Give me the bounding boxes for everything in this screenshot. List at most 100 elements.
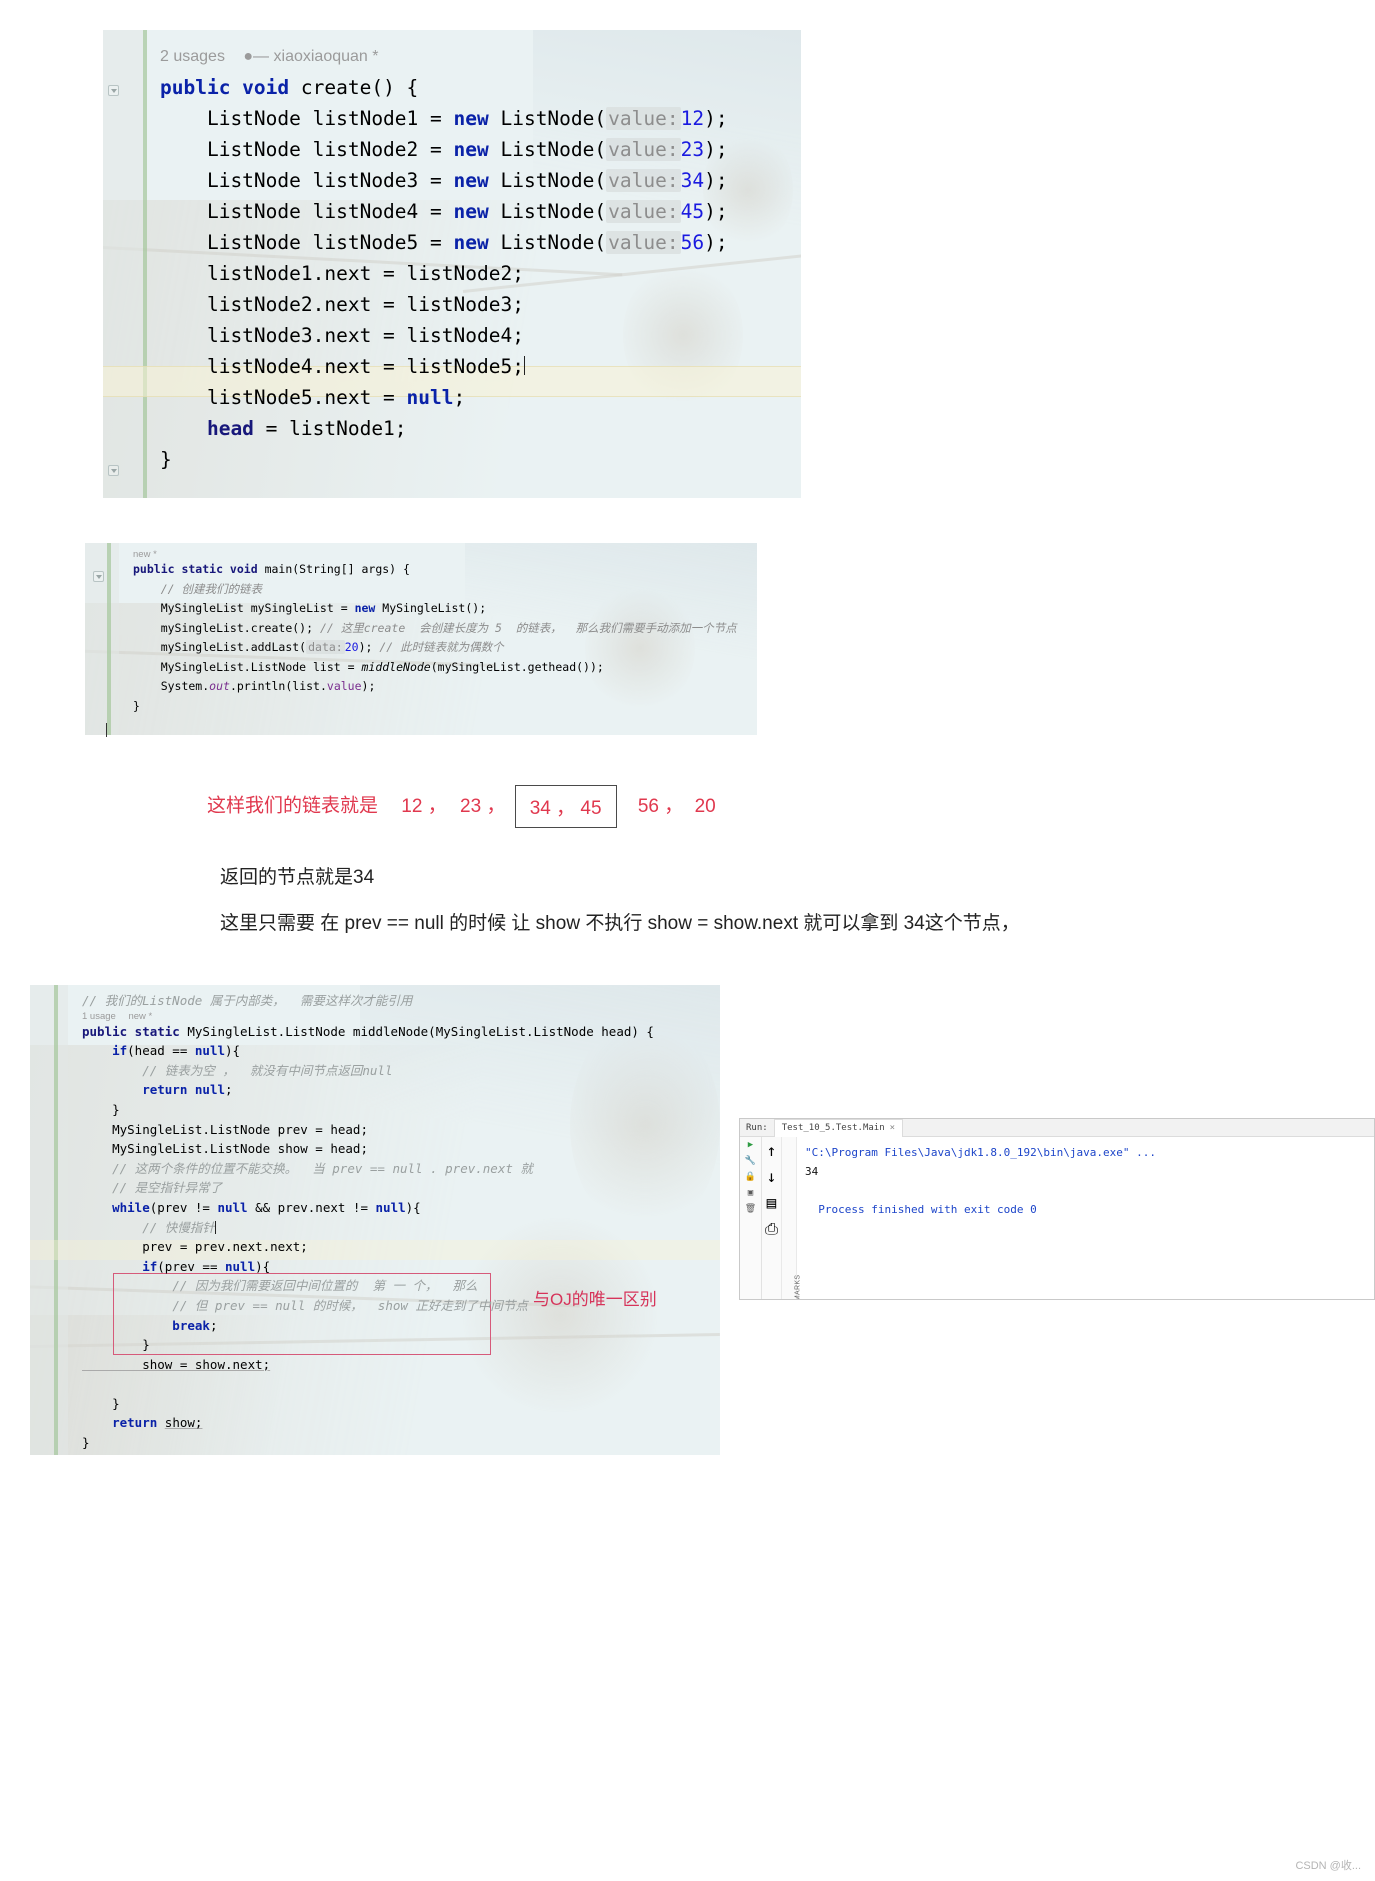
code-line-6-val: 56 bbox=[680, 231, 705, 254]
text-caret bbox=[523, 355, 525, 375]
code-line-9: listNode3.next = listNode4; bbox=[160, 324, 524, 347]
code-line-4-mid: ListNode( bbox=[488, 169, 607, 192]
mn-l13-kw: if bbox=[82, 1258, 158, 1274]
mn-l21: } bbox=[82, 1435, 90, 1451]
mn-l12: prev = prev.next.next; bbox=[82, 1239, 308, 1255]
modified-marker: * bbox=[372, 48, 379, 65]
close-icon[interactable]: × bbox=[890, 1123, 895, 1133]
wrench-icon[interactable]: 🔧 bbox=[745, 1157, 756, 1166]
main-sig-rest: main(String[] args) { bbox=[264, 562, 410, 576]
mn-l2-null: null bbox=[194, 1043, 225, 1059]
code-line-3-pre: ListNode listNode2 = bbox=[160, 138, 454, 161]
code-line-12-head: head bbox=[160, 417, 254, 440]
code-screenshot-create: 2 usages ●— xiaoxiaoquan * public void c… bbox=[103, 30, 801, 498]
prose-sep-2: ， bbox=[486, 795, 506, 817]
code-body-main: public static void main(String[] args) {… bbox=[85, 560, 757, 716]
console-tabbar: Run: Test_10_5.Test.Main × bbox=[740, 1119, 1374, 1137]
code-line-11-pre: listNode5.next = bbox=[160, 386, 407, 409]
mn-l20-rest: show; bbox=[164, 1415, 203, 1431]
mn-l16-kw: break bbox=[82, 1317, 210, 1333]
code-line-4-new: new bbox=[453, 169, 489, 192]
main-line-7-out: out bbox=[209, 679, 230, 693]
mn-l10-n2: null bbox=[375, 1199, 406, 1215]
mn-l10-end: ){ bbox=[405, 1199, 421, 1215]
prose-explanation: 这里只需要 在 prev == null 的时候 让 show 不执行 show… bbox=[220, 913, 1020, 934]
param-hint-value: value: bbox=[606, 107, 681, 130]
code-line-11-null: null bbox=[406, 386, 454, 409]
code-line-4-end: ); bbox=[704, 169, 728, 192]
code-line-4-val: 34 bbox=[680, 169, 705, 192]
param-hint-value: value: bbox=[606, 138, 681, 161]
prose-value-56: 56 bbox=[637, 795, 659, 817]
mn-l10-b: && prev.next != bbox=[247, 1199, 376, 1215]
mn-comment-2: // 这两个条件的位置不能交换。 当 prev == null . prev.n… bbox=[112, 1160, 533, 1176]
param-hint-value: value: bbox=[606, 231, 681, 254]
code-line-3-mid: ListNode( bbox=[488, 138, 607, 161]
mn-l2-kw: if bbox=[82, 1043, 128, 1059]
code-line-1-kw: public void bbox=[160, 76, 301, 99]
main-line-5-after: ); bbox=[358, 640, 380, 654]
author-icon: ●— bbox=[243, 48, 270, 65]
console-line-2: 34 bbox=[805, 1165, 819, 1178]
mn-l4-kw: return bbox=[82, 1082, 195, 1098]
code-line-6-end: ); bbox=[704, 231, 728, 254]
code-line-11-end: ; bbox=[453, 386, 466, 409]
arrow-up-icon[interactable]: ↑ bbox=[767, 1141, 777, 1160]
bookmarks-label: BOOKMARKS bbox=[794, 1274, 802, 1300]
trash-icon[interactable]: 🗑 bbox=[745, 1205, 756, 1214]
code-line-2-new: new bbox=[453, 107, 489, 130]
main-sig-kw: public static void bbox=[133, 562, 265, 576]
console-tab[interactable]: Test_10_5.Test.Main × bbox=[773, 1119, 904, 1137]
code-line-10: listNode4.next = listNode5; bbox=[160, 355, 524, 378]
code-screenshot-main: new * public static void main(String[] a… bbox=[85, 543, 757, 735]
prose-value-12: 12 bbox=[401, 795, 423, 817]
main-line-5-code: mySingleList.addLast( bbox=[133, 640, 307, 654]
main-line-6-end: (mySingleList.gethead()); bbox=[430, 659, 604, 674]
console-line-1: "C:\Program Files\Java\jdk1.8.0_192\bin\… bbox=[805, 1146, 1156, 1159]
main-line-4-code: mySingleList.create(); bbox=[133, 620, 320, 635]
highlighted-middle-values-box: 34 ， 45 bbox=[514, 785, 617, 828]
run-icon[interactable]: ▶ bbox=[748, 1141, 753, 1150]
mn-l16-end: ; bbox=[209, 1317, 218, 1333]
camera-icon[interactable]: ▣ bbox=[748, 1189, 753, 1198]
code-line-3-new: new bbox=[453, 138, 489, 161]
mn-l4-null: null bbox=[194, 1082, 225, 1098]
print-icon[interactable]: ⎙ bbox=[765, 1219, 778, 1239]
code-line-2-pre: ListNode listNode1 = bbox=[160, 107, 454, 130]
author-name: xiaoxiaoquan bbox=[273, 48, 368, 65]
code-body-create: public void create() { ListNode listNode… bbox=[103, 72, 801, 475]
arrow-down-icon[interactable]: ↓ bbox=[767, 1167, 777, 1186]
mn-comment-6: // 但 prev == null 的时候， show 正好走到了中间节点 bbox=[172, 1297, 528, 1313]
mn-l6: MySingleList.ListNode prev = head; bbox=[82, 1121, 368, 1137]
code-line-6-mid: ListNode( bbox=[488, 231, 607, 254]
text-caret-mn bbox=[214, 1221, 216, 1234]
main-line-7-b: .println(list. bbox=[229, 679, 327, 693]
code-line-8: listNode2.next = listNode3; bbox=[160, 293, 524, 316]
console-toolbar-left: ▶ 🔧 🔒 ▣ 🗑 bbox=[740, 1137, 762, 1299]
main-line-7-c: ); bbox=[361, 679, 376, 693]
code-usages-line-3: 1 usage new * bbox=[30, 1011, 720, 1022]
code-line-2-mid: ListNode( bbox=[488, 107, 607, 130]
mn-l5: } bbox=[82, 1101, 120, 1117]
mn-l2-end: ){ bbox=[225, 1043, 241, 1059]
code-line-5-end: ); bbox=[704, 200, 728, 223]
code-line-5-mid: ListNode( bbox=[488, 200, 607, 223]
code-line-5-val: 45 bbox=[680, 200, 705, 223]
main-line-7-value: value bbox=[326, 679, 362, 693]
mn-l17: } bbox=[82, 1337, 150, 1353]
main-line-5-val: 20 bbox=[344, 640, 359, 654]
console-tab-title: Test_10_5.Test.Main bbox=[781, 1123, 885, 1133]
code-line-5-pre: ListNode listNode4 = bbox=[160, 200, 454, 223]
mn-l7: MySingleList.ListNode show = head; bbox=[82, 1141, 368, 1157]
code-line-7: listNode1.next = listNode2; bbox=[160, 262, 524, 285]
code-body-middlenode: public static MySingleList.ListNode midd… bbox=[30, 1022, 720, 1453]
main-line-7-a: System. bbox=[133, 679, 210, 693]
main-line-6-pre: MySingleList.ListNode list = bbox=[133, 659, 362, 674]
main-comment-3: // 此时链表就为偶数个 bbox=[379, 640, 504, 654]
main-line-3-pre: MySingleList mySingleList = bbox=[133, 601, 355, 615]
code-usages-line: 2 usages ●— xiaoxiaoquan * bbox=[103, 48, 801, 66]
bookmarks-sidebar[interactable]: BOOKMARKS bbox=[782, 1137, 802, 1299]
code-screenshot-middlenode: // 我们的ListNode 属于内部类， 需要这样次才能引用 1 usage … bbox=[30, 985, 720, 1455]
lock-icon[interactable]: 🔒 bbox=[745, 1173, 756, 1182]
layout-icon[interactable]: ▤ bbox=[767, 1193, 777, 1212]
